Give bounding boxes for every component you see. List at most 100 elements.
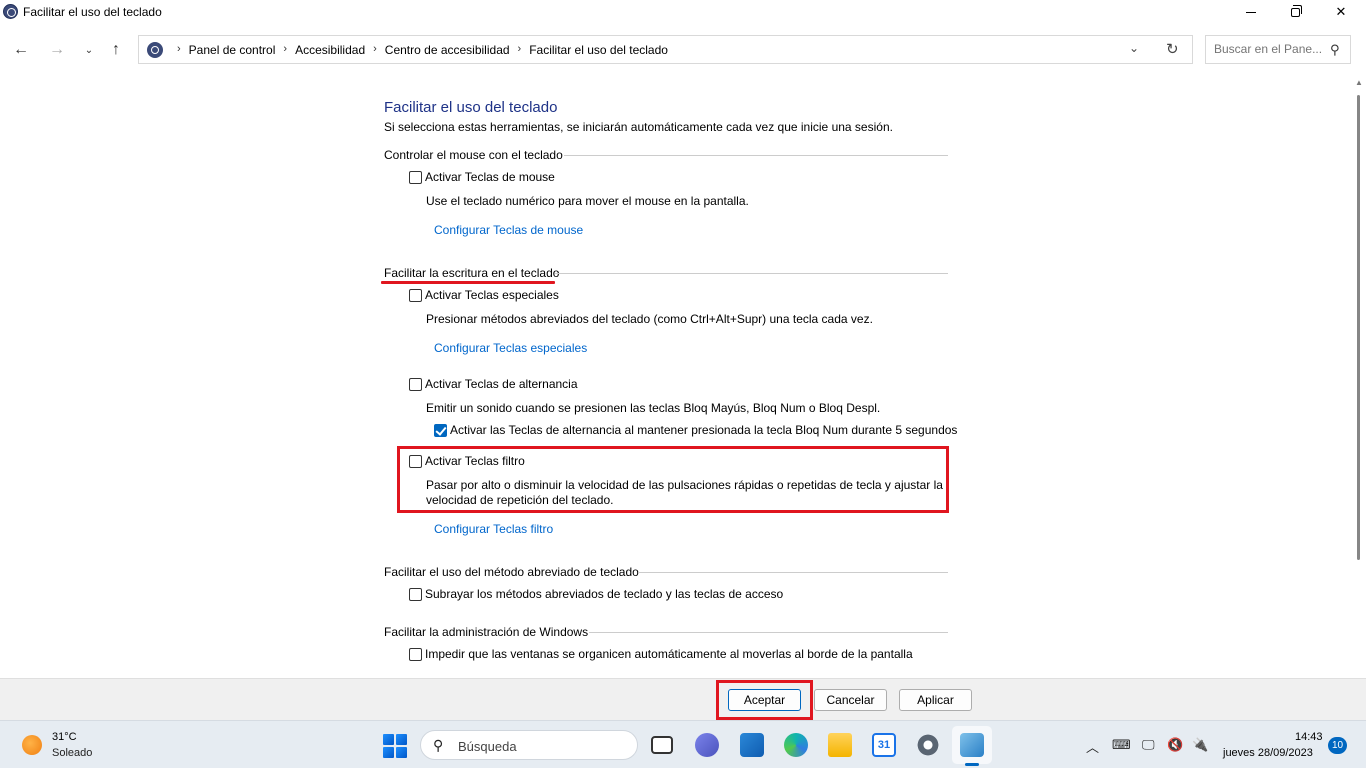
weather-temperature[interactable]: 31°C bbox=[52, 731, 77, 743]
search-icon[interactable]: ⚲ bbox=[1330, 42, 1340, 58]
clock-date[interactable]: jueves 28/09/2023 bbox=[1223, 747, 1313, 759]
close-icon: ✕ bbox=[1335, 4, 1347, 19]
scroll-thumb[interactable] bbox=[1357, 95, 1360, 560]
section-divider bbox=[564, 155, 948, 156]
section-heading-typing: Facilitar la escritura en el teclado bbox=[384, 266, 948, 280]
refresh-button[interactable]: ↻ bbox=[1166, 40, 1179, 58]
breadcrumb-item[interactable]: Facilitar el uso del teclado bbox=[529, 43, 668, 57]
scroll-up-icon[interactable]: ▲ bbox=[1355, 78, 1363, 87]
search-input[interactable] bbox=[1214, 42, 1324, 56]
control-panel-app-icon[interactable] bbox=[960, 733, 984, 757]
teams-chat-icon[interactable] bbox=[695, 733, 719, 757]
toggle-keys-numlock-checkbox[interactable] bbox=[434, 423, 447, 437]
taskbar-search-label: Búsqueda bbox=[458, 739, 517, 754]
checkbox-label[interactable]: Activar Teclas de mouse bbox=[425, 170, 555, 184]
sun-icon[interactable] bbox=[22, 735, 42, 755]
red-highlight-box bbox=[397, 446, 949, 513]
page-subtitle: Si selecciona estas herramientas, se ini… bbox=[384, 120, 893, 134]
edge-browser-icon[interactable] bbox=[784, 733, 808, 757]
address-bar[interactable]: › Panel de control › Accesibilidad › Cen… bbox=[138, 35, 1193, 64]
toggle-keys-option[interactable]: Activar Teclas de alternancia bbox=[409, 377, 578, 391]
calendar-icon[interactable]: 31 bbox=[872, 733, 896, 757]
forward-button[interactable]: → bbox=[46, 40, 68, 60]
section-heading-mouse: Controlar el mouse con el teclado bbox=[384, 148, 948, 162]
toggle-keys-description: Emitir un sonido cuando se presionen las… bbox=[426, 401, 881, 415]
search-icon: ⚲ bbox=[433, 737, 444, 753]
breadcrumb-item[interactable]: Panel de control bbox=[189, 43, 276, 57]
prevent-snap-option[interactable]: Impedir que las ventanas se organicen au… bbox=[409, 647, 913, 661]
toggle-keys-numlock-option[interactable]: Activar las Teclas de alternancia al man… bbox=[434, 423, 957, 437]
control-panel-icon bbox=[3, 4, 18, 19]
section-heading-shortcuts: Facilitar el uso del método abreviado de… bbox=[384, 565, 948, 579]
chevron-down-icon: ⌄ bbox=[1129, 41, 1140, 55]
mouse-keys-description: Use el teclado numérico para mover el mo… bbox=[426, 194, 749, 208]
configure-mouse-keys-link[interactable]: Configurar Teclas de mouse bbox=[434, 223, 583, 237]
sticky-keys-option[interactable]: Activar Teclas especiales bbox=[409, 288, 559, 302]
underline-shortcuts-checkbox[interactable] bbox=[409, 587, 422, 601]
maximize-button[interactable] bbox=[1272, 0, 1318, 24]
mouse-keys-option[interactable]: Activar Teclas de mouse bbox=[409, 170, 555, 184]
network-icon[interactable]: 🖵 bbox=[1142, 737, 1155, 753]
section-divider bbox=[589, 632, 948, 633]
file-explorer-icon[interactable] bbox=[828, 733, 852, 757]
red-highlight-box bbox=[716, 680, 813, 720]
minimize-button[interactable] bbox=[1228, 0, 1274, 24]
checkbox-label[interactable]: Activar Teclas de alternancia bbox=[425, 377, 578, 391]
underline-shortcuts-option[interactable]: Subrayar los métodos abreviados de tecla… bbox=[409, 587, 783, 601]
taskbar: 31°C Soleado ⚲ Búsqueda 31 ︿ ⌨ 🖵 🔇 🔌 14:… bbox=[0, 720, 1366, 768]
keyboard-icon[interactable]: ⌨ bbox=[1112, 737, 1131, 753]
checkbox-label[interactable]: Impedir que las ventanas se organicen au… bbox=[425, 647, 913, 661]
vertical-scrollbar[interactable]: ▲ bbox=[1352, 76, 1366, 678]
section-heading-text: Controlar el mouse con el teclado bbox=[384, 148, 563, 162]
recent-locations-button[interactable]: ⌄ bbox=[78, 40, 100, 60]
dialog-button-bar: Aceptar Cancelar Aplicar bbox=[0, 678, 1366, 720]
weather-description[interactable]: Soleado bbox=[52, 747, 92, 759]
address-dropdown-button[interactable]: ⌄ bbox=[1129, 41, 1139, 55]
chevron-down-icon: ⌄ bbox=[84, 44, 94, 56]
close-button[interactable]: ✕ bbox=[1318, 0, 1364, 24]
up-button[interactable]: ↑ bbox=[105, 40, 127, 60]
arrow-right-icon: → bbox=[49, 41, 65, 58]
breadcrumb: › Panel de control › Accesibilidad › Cen… bbox=[169, 43, 668, 57]
chevron-right-icon[interactable]: › bbox=[373, 43, 377, 57]
breadcrumb-item[interactable]: Centro de accesibilidad bbox=[385, 43, 510, 57]
red-highlight-underline bbox=[381, 281, 555, 284]
apply-button[interactable]: Aplicar bbox=[899, 689, 972, 711]
content-area: Facilitar el uso del teclado Si seleccio… bbox=[0, 76, 1366, 678]
active-app-indicator bbox=[965, 763, 979, 766]
search-box[interactable]: ⚲ bbox=[1205, 35, 1351, 64]
configure-filter-keys-link[interactable]: Configurar Teclas filtro bbox=[434, 522, 553, 536]
chevron-right-icon[interactable]: › bbox=[518, 43, 522, 57]
section-heading-text: Facilitar la escritura en el teclado bbox=[384, 266, 560, 280]
section-heading-windows: Facilitar la administración de Windows bbox=[384, 625, 948, 639]
microsoft-store-icon[interactable] bbox=[740, 733, 764, 757]
settings-gear-icon[interactable] bbox=[916, 733, 940, 757]
prevent-snap-checkbox[interactable] bbox=[409, 647, 422, 661]
cancel-button[interactable]: Cancelar bbox=[814, 689, 887, 711]
breadcrumb-item[interactable]: Accesibilidad bbox=[295, 43, 365, 57]
windows-start-icon[interactable] bbox=[383, 734, 407, 758]
mouse-keys-checkbox[interactable] bbox=[409, 170, 422, 184]
chevron-up-icon[interactable]: ︿ bbox=[1086, 737, 1099, 756]
battery-charging-icon[interactable]: 🔌 bbox=[1192, 737, 1208, 753]
control-panel-icon bbox=[147, 42, 163, 58]
checkbox-label[interactable]: Activar las Teclas de alternancia al man… bbox=[450, 423, 957, 437]
section-divider bbox=[638, 572, 948, 573]
notification-badge[interactable]: 10 bbox=[1328, 737, 1347, 754]
taskbar-search[interactable]: ⚲ Búsqueda bbox=[420, 730, 638, 760]
configure-sticky-keys-link[interactable]: Configurar Teclas especiales bbox=[434, 341, 587, 355]
checkbox-label[interactable]: Subrayar los métodos abreviados de tecla… bbox=[425, 587, 783, 601]
section-heading-text: Facilitar la administración de Windows bbox=[384, 625, 589, 639]
title-bar: Facilitar el uso del teclado ✕ bbox=[0, 0, 1366, 24]
task-view-icon[interactable] bbox=[651, 736, 673, 754]
section-heading-text: Facilitar el uso del método abreviado de… bbox=[384, 565, 639, 579]
minimize-icon bbox=[1246, 11, 1256, 13]
back-button[interactable]: ← bbox=[10, 40, 32, 60]
chevron-right-icon[interactable]: › bbox=[283, 43, 287, 57]
sticky-keys-checkbox[interactable] bbox=[409, 288, 422, 302]
toggle-keys-checkbox[interactable] bbox=[409, 377, 422, 391]
clock-time[interactable]: 14:43 bbox=[1295, 731, 1323, 743]
checkbox-label[interactable]: Activar Teclas especiales bbox=[425, 288, 559, 302]
volume-muted-icon[interactable]: 🔇 bbox=[1167, 737, 1183, 753]
refresh-icon: ↻ bbox=[1166, 41, 1179, 58]
